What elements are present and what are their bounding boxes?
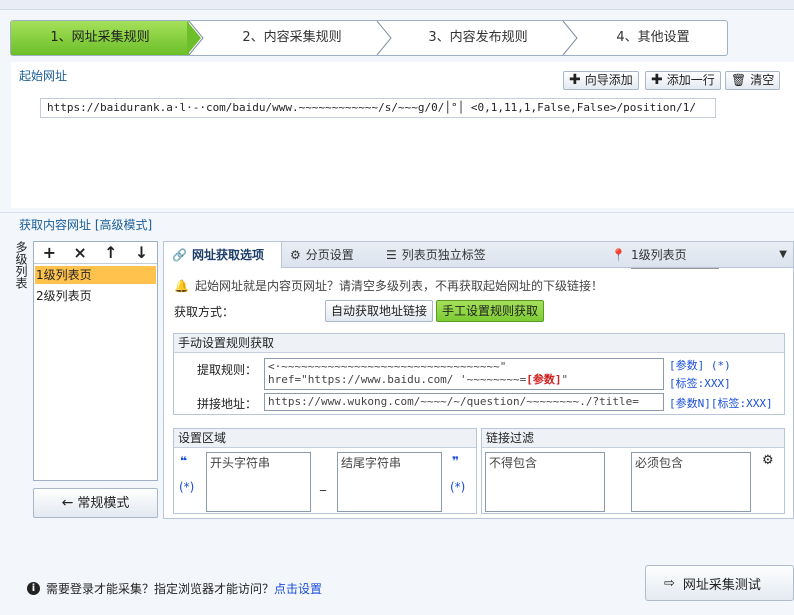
wizard-add-button[interactable]: ✚ 向导添加 <box>563 71 639 90</box>
button-label: 常规模式 <box>77 495 130 511</box>
chevron-down-icon: ▼ <box>779 249 787 260</box>
options-panel: 🔗 网址获取选项 ⚙ 分页设置 ☰ 列表页独立标签 📍 1级列表页 ▼ 🔔 起始… <box>163 241 794 519</box>
settings-area-title: 设置区域 <box>174 429 476 448</box>
step-content-rules[interactable]: 2、内容采集规则 <box>207 21 377 55</box>
plus-icon: ✚ <box>569 72 581 88</box>
wizard-steps: 1、网址采集规则 2、内容采集规则 3、内容发布规则 4、其他设置 <box>10 20 728 56</box>
list-toolbar: + × ↑ ↓ <box>34 242 157 264</box>
run-icon: ⇨ <box>664 575 675 591</box>
gears-icon: ⚙ <box>290 248 301 262</box>
level-select-value: 1级列表页 <box>630 242 719 269</box>
top-strip <box>0 0 794 10</box>
tab-label: 分页设置 <box>305 248 354 262</box>
list-icon: ☰ <box>386 248 397 262</box>
level-list: + × ↑ ↓ 1级列表页 2级列表页 <box>33 241 158 481</box>
plus-icon: ✚ <box>651 72 663 88</box>
manual-method-button[interactable]: 手工设置规则获取 <box>436 300 545 322</box>
button-label: 向导添加 <box>584 73 633 87</box>
end-wildcard-link[interactable]: (*) <box>450 480 465 494</box>
url-test-button[interactable]: ⇨ 网址采集测试 <box>645 565 794 601</box>
list-item-level1[interactable]: 1级列表页 <box>35 266 156 284</box>
link-filter-title: 链接过滤 <box>482 429 784 448</box>
join-url-label: 拼接地址： <box>197 397 258 411</box>
step-arrow-icon <box>562 21 578 55</box>
settings-area-group: 设置区域 ❝ (*) 开头字符串 _ 结尾字符串 ❞ (*) <box>173 428 477 514</box>
method-label: 获取方式： <box>174 305 235 319</box>
step-arrow-icon <box>187 21 204 55</box>
info-icon: i <box>27 582 40 595</box>
rule-line-1: <·~~~~~~~~~~~~~~~~~~~~~~~~~~~~~~~~~" <box>268 360 507 373</box>
step-arrow-icon <box>376 21 392 55</box>
extract-rule-input[interactable]: <·~~~~~~~~~~~~~~~~~~~~~~~~~~~~~~~~~" hre… <box>264 358 664 390</box>
tab-list-tags[interactable]: ☰ 列表页独立标签 <box>386 242 486 268</box>
must-contain-input[interactable]: 必须包含 <box>631 452 751 512</box>
manual-rule-group: 手动设置规则获取 提取规则： <·~~~~~~~~~~~~~~~~~~~~~~~… <box>173 333 785 415</box>
link-filter-group: 链接过滤 不得包含 必须包含 ⚙ <box>481 428 785 514</box>
step-label: 2、内容采集规则 <box>242 30 342 45</box>
notice-text: 需要登录才能采集？指定浏览器才能访问？ <box>46 582 275 596</box>
rule-line-2-prefix: href="https://www.baidu.com/ '~~~~~~~~= <box>268 373 527 386</box>
add-level-icon[interactable]: + <box>43 243 56 262</box>
multilevel-list-label: 多级列表 <box>14 241 28 313</box>
join-param-links[interactable]: [参数N][标签:XXX] <box>669 395 773 411</box>
location-pin-icon: 📍 <box>611 248 626 262</box>
trash-icon: 🗑 <box>731 73 747 87</box>
move-up-icon[interactable]: ↑ <box>104 243 117 262</box>
rule-line-2-suffix: " <box>561 373 569 386</box>
tab-url-options[interactable]: 🔗 网址获取选项 <box>164 242 282 268</box>
clear-button[interactable]: 🗑 清空 <box>725 71 781 90</box>
link-icon: 🔗 <box>172 248 187 262</box>
auto-method-button[interactable]: 自动获取地址链接 <box>325 300 434 322</box>
gear-icon[interactable]: ⚙ <box>762 453 774 468</box>
bell-icon: 🔔 <box>174 278 189 293</box>
button-label: 添加一行 <box>666 73 715 87</box>
manual-rule-title: 手动设置规则获取 <box>174 334 784 353</box>
vertical-text: 多级列表 <box>14 241 28 289</box>
level-select[interactable]: 📍 1级列表页 ▼ <box>611 242 791 269</box>
start-url-title: 起始网址 <box>19 69 68 83</box>
step-publish-rules[interactable]: 3、内容发布规则 <box>393 21 563 55</box>
step-label: 4、其他设置 <box>616 30 690 45</box>
tab-pagination[interactable]: ⚙ 分页设置 <box>290 242 354 268</box>
settings-link[interactable]: 点击设置 <box>274 580 322 597</box>
normal-mode-button[interactable]: ← 常规模式 <box>33 488 158 518</box>
divider <box>0 212 794 213</box>
rule-line-2: href="https://www.baidu.com/ '~~~~~~~~=[… <box>268 373 660 386</box>
tab-label: 网址获取选项 <box>191 248 264 262</box>
add-row-button[interactable]: ✚ 添加一行 <box>645 71 721 90</box>
footer-notice: i 需要登录才能采集？指定浏览器才能访问？ 点击设置 <box>27 580 322 597</box>
extract-rule-label: 提取规则： <box>197 363 258 377</box>
step-other-settings[interactable]: 4、其他设置 <box>579 21 727 55</box>
dash-separator: _ <box>320 477 326 491</box>
param-tag: [参数] <box>526 373 562 386</box>
content-url-title[interactable]: 获取内容网址 [高级模式] <box>19 216 152 233</box>
hint-text: 起始网址就是内容页网址？请清空多级列表，不再获取起始网址的下级链接！ <box>194 279 603 293</box>
hint-row: 🔔 起始网址就是内容页网址？请清空多级列表，不再获取起始网址的下级链接！ <box>174 277 603 294</box>
tab-label: 列表页独立标签 <box>401 248 486 262</box>
close-quote-icon: ❞ <box>452 454 460 468</box>
remove-level-icon[interactable]: × <box>73 243 86 262</box>
start-url-input[interactable]: https://baidurank.a·l·-·com/baidu/www.~~… <box>40 98 716 118</box>
button-label: 清空 <box>750 73 775 87</box>
join-url-input[interactable]: https://www.wukong.com/~~~~/~/question/~… <box>264 393 664 411</box>
extract-tag-link[interactable]: [标签:XXX] <box>669 375 731 391</box>
button-label: 网址采集测试 <box>682 577 761 593</box>
open-quote-icon: ❝ <box>180 454 188 468</box>
move-down-icon[interactable]: ↓ <box>135 243 148 262</box>
step-label: 1、网址采集规则 <box>50 30 150 45</box>
start-wildcard-link[interactable]: (*) <box>179 480 194 494</box>
arrow-left-icon: ← <box>61 494 74 511</box>
end-string-input[interactable]: 结尾字符串 <box>337 452 442 512</box>
must-not-contain-input[interactable]: 不得包含 <box>485 452 605 512</box>
extract-param-links[interactable]: [参数] (*) <box>669 357 731 373</box>
options-tabbar: 🔗 网址获取选项 ⚙ 分页设置 ☰ 列表页独立标签 📍 1级列表页 ▼ <box>164 242 793 269</box>
step-label: 3、内容发布规则 <box>428 30 528 45</box>
start-string-input[interactable]: 开头字符串 <box>206 452 311 512</box>
list-item-level2[interactable]: 2级列表页 <box>35 287 156 305</box>
step-url-rules[interactable]: 1、网址采集规则 <box>11 21 189 55</box>
